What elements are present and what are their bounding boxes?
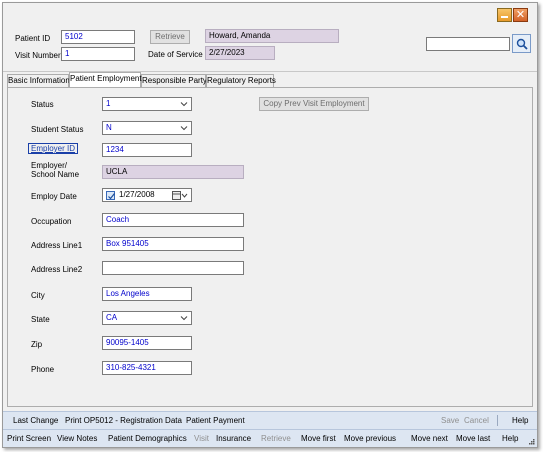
patient-id-label: Patient ID bbox=[15, 34, 51, 43]
address-line1-label: Address Line1 bbox=[31, 241, 83, 250]
resize-grip-icon[interactable] bbox=[529, 439, 535, 445]
city-field[interactable]: Los Angeles bbox=[102, 287, 192, 301]
zip-label: Zip bbox=[31, 340, 43, 349]
employ-date-value: 1/27/2008 bbox=[119, 190, 155, 199]
state-select[interactable]: CA bbox=[102, 311, 192, 325]
status-select[interactable]: 1 bbox=[102, 97, 192, 111]
retrieve-nav-button[interactable]: Retrieve bbox=[261, 433, 291, 444]
check-icon bbox=[108, 193, 115, 200]
chevron-down-icon bbox=[180, 102, 188, 107]
visit-button[interactable]: Visit bbox=[194, 433, 209, 444]
student-status-value: N bbox=[106, 123, 112, 132]
search-input[interactable] bbox=[426, 37, 510, 51]
help-nav-button[interactable]: Help bbox=[502, 433, 518, 444]
patient-demographics-button[interactable]: Patient Demographics bbox=[108, 433, 187, 444]
save-button[interactable]: Save bbox=[441, 415, 459, 426]
employer-id-link[interactable]: Employer ID bbox=[28, 143, 79, 154]
title-bar: ✕ bbox=[3, 3, 537, 27]
employer-label-line1: Employer/ bbox=[31, 161, 68, 170]
insurance-button[interactable]: Insurance bbox=[216, 433, 251, 444]
last-change-button[interactable]: Last Change bbox=[13, 415, 58, 426]
tab-regulatory-reports[interactable]: Regulatory Reports bbox=[206, 74, 276, 87]
date-of-service-label: Date of Service bbox=[148, 50, 203, 59]
move-next-button[interactable]: Move next bbox=[411, 433, 448, 444]
employment-panel bbox=[7, 87, 533, 407]
employer-id-field[interactable]: 1234 bbox=[102, 143, 192, 157]
move-last-button[interactable]: Move last bbox=[456, 433, 490, 444]
print-screen-button[interactable]: Print Screen bbox=[7, 433, 51, 444]
magnifier-icon bbox=[516, 38, 528, 50]
move-previous-button[interactable]: Move previous bbox=[344, 433, 396, 444]
move-first-button[interactable]: Move first bbox=[301, 433, 336, 444]
visit-number-label: Visit Number bbox=[15, 51, 61, 60]
phone-label: Phone bbox=[31, 365, 55, 374]
search-button[interactable] bbox=[512, 34, 531, 53]
patient-id-field[interactable]: 5102 bbox=[61, 30, 135, 44]
employer-name-field: UCLA bbox=[102, 165, 244, 179]
city-label: City bbox=[31, 291, 45, 300]
action-bar: Last Change Print OP5012 - Registration … bbox=[3, 411, 537, 429]
copy-prev-visit-employment-button[interactable]: Copy Prev Visit Employment bbox=[259, 97, 369, 111]
phone-field[interactable]: 310-825-4321 bbox=[102, 361, 192, 375]
status-label: Status bbox=[31, 100, 54, 109]
tab-responsible-party[interactable]: Responsible Party bbox=[141, 74, 207, 87]
employ-date-picker[interactable]: 1/27/2008 bbox=[102, 188, 192, 202]
visit-number-field[interactable]: 1 bbox=[61, 47, 135, 61]
tab-patient-employment[interactable]: Patient Employment bbox=[69, 72, 142, 87]
close-icon[interactable]: ✕ bbox=[513, 8, 528, 22]
chevron-down-icon bbox=[180, 126, 188, 131]
address-line2-label: Address Line2 bbox=[31, 265, 83, 274]
occupation-label: Occupation bbox=[31, 217, 72, 226]
date-of-service-field: 2/27/2023 bbox=[205, 46, 275, 60]
print-op5012-button[interactable]: Print OP5012 - Registration Data bbox=[65, 415, 182, 426]
occupation-field[interactable]: Coach bbox=[102, 213, 244, 227]
tab-basic-information[interactable]: Basic Information bbox=[7, 74, 70, 87]
state-label: State bbox=[31, 315, 50, 324]
calendar-dropdown-icon[interactable] bbox=[172, 191, 188, 200]
toolbar-divider bbox=[497, 415, 498, 426]
app-window: ✕ Patient ID 5102 Retrieve Howard, Amand… bbox=[2, 2, 538, 448]
minimize-icon[interactable] bbox=[497, 8, 512, 22]
chevron-down-icon bbox=[180, 316, 188, 321]
student-status-select[interactable]: N bbox=[102, 121, 192, 135]
employ-date-label: Employ Date bbox=[31, 192, 77, 201]
address-line2-field[interactable] bbox=[102, 261, 244, 275]
help-button[interactable]: Help bbox=[512, 415, 528, 426]
student-status-label: Student Status bbox=[31, 125, 84, 134]
patient-name-field: Howard, Amanda bbox=[205, 29, 339, 43]
employ-date-checkbox[interactable] bbox=[106, 191, 115, 200]
address-line1-field[interactable]: Box 951405 bbox=[102, 237, 244, 251]
patient-payment-button[interactable]: Patient Payment bbox=[186, 415, 245, 426]
employer-label-line2: School Name bbox=[31, 170, 80, 179]
cancel-button[interactable]: Cancel bbox=[464, 415, 489, 426]
view-notes-button[interactable]: View Notes bbox=[57, 433, 97, 444]
state-value: CA bbox=[106, 313, 118, 322]
retrieve-button[interactable]: Retrieve bbox=[150, 30, 190, 44]
zip-field[interactable]: 90095-1405 bbox=[102, 336, 192, 350]
status-value: 1 bbox=[106, 99, 111, 108]
navigation-bar: Print Screen View Notes Patient Demograp… bbox=[3, 429, 537, 447]
